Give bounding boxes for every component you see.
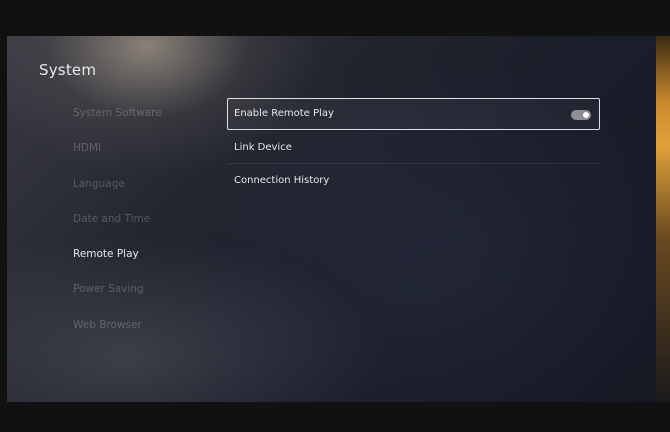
connection-history-label: Connection History xyxy=(234,175,330,186)
settings-screen: System System Software HDMI Language Dat… xyxy=(7,36,656,402)
connection-history-option[interactable]: Connection History xyxy=(227,165,600,197)
link-device-label: Link Device xyxy=(234,141,292,153)
enable-remote-play-option[interactable]: Enable Remote Play xyxy=(227,98,600,130)
page-title: System xyxy=(39,61,97,79)
sidebar-item-remote-play[interactable]: Remote Play xyxy=(73,237,162,272)
sidebar-item-power-saving[interactable]: Power Saving xyxy=(73,272,162,307)
enable-remote-play-label: Enable Remote Play xyxy=(234,108,334,119)
toggle-knob xyxy=(583,112,589,118)
sidebar-item-web-browser[interactable]: Web Browser xyxy=(73,308,162,343)
sidebar-item-system-software[interactable]: System Software xyxy=(73,96,162,131)
sidebar-item-language[interactable]: Language xyxy=(73,167,162,202)
enable-remote-play-toggle[interactable] xyxy=(571,110,591,120)
remote-play-options: Enable Remote Play Link Device Connectio… xyxy=(227,98,600,199)
link-device-option[interactable]: Link Device xyxy=(227,132,600,164)
sidebar-item-hdmi[interactable]: HDMI xyxy=(73,131,162,166)
sidebar-item-date-and-time[interactable]: Date and Time xyxy=(73,202,162,237)
background-edge xyxy=(656,36,670,402)
settings-sidebar: System Software HDMI Language Date and T… xyxy=(73,96,162,343)
